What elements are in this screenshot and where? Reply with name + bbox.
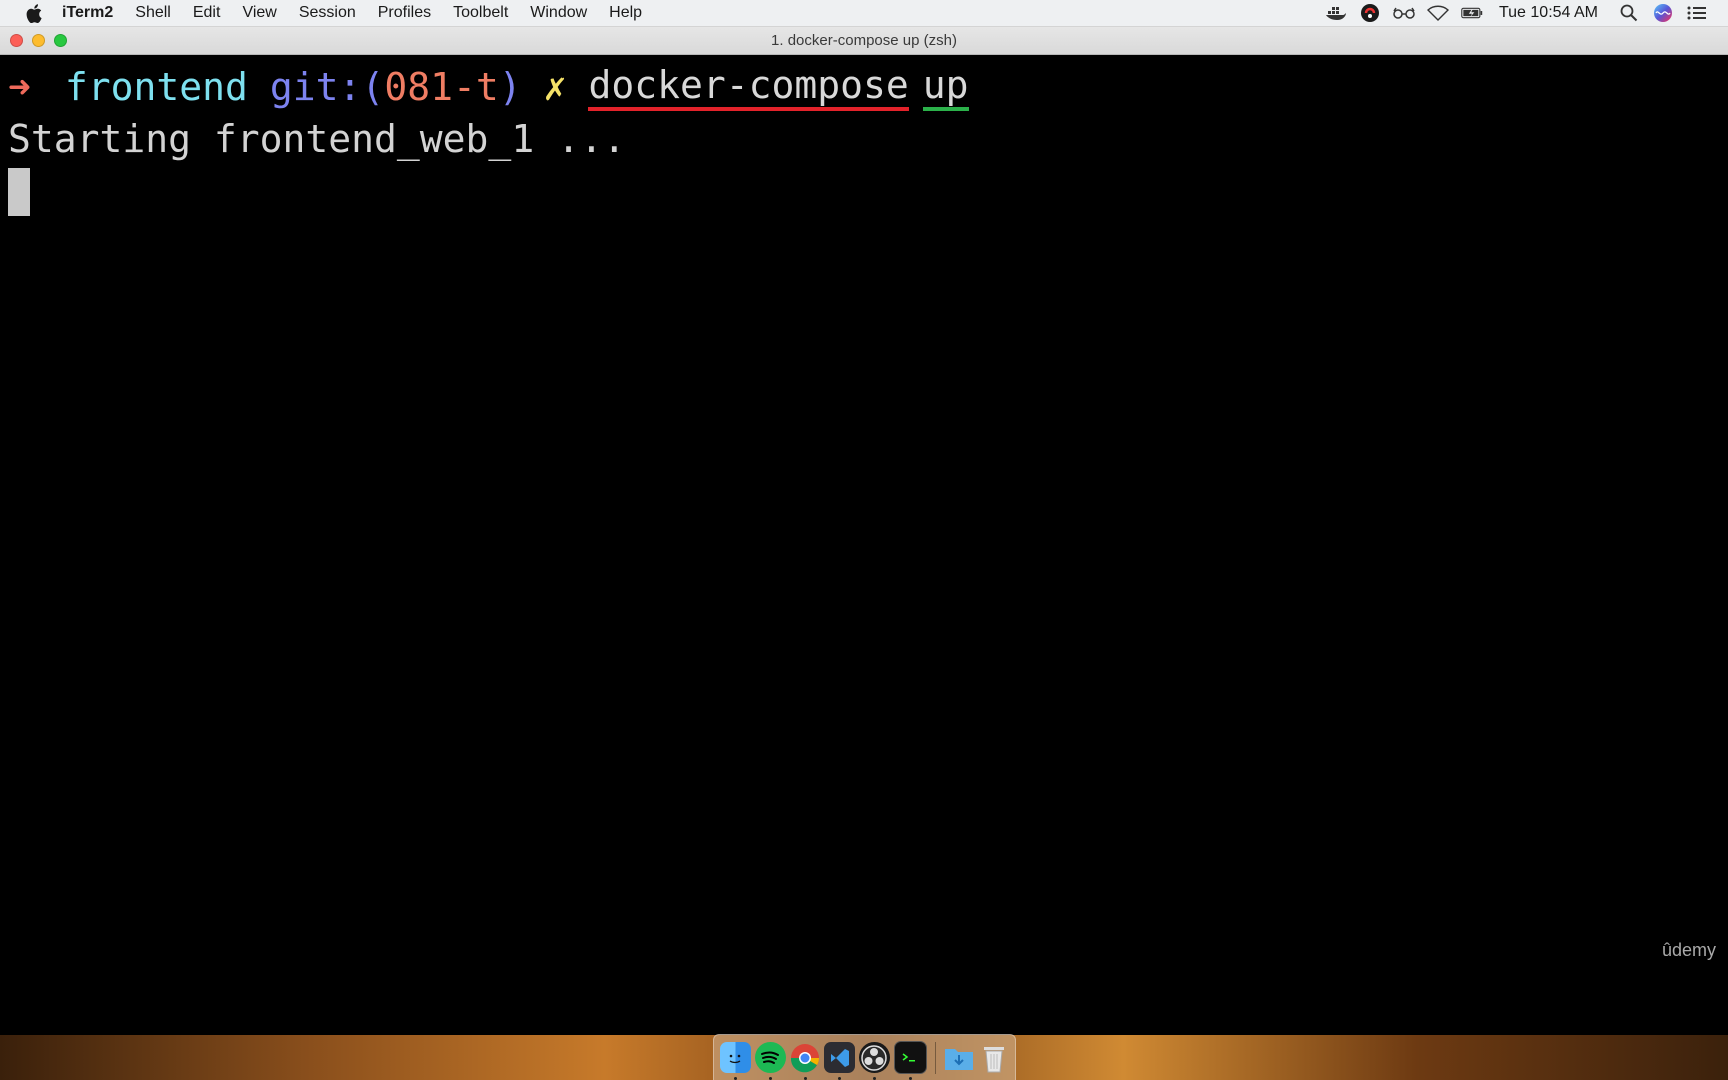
output-line: Starting frontend_web_1 ... [8, 113, 1728, 165]
terminal-pane[interactable]: ➜ frontend git:(081-t) ✗ docker-compose … [0, 55, 1728, 1035]
window-title: 1. docker-compose up (zsh) [771, 32, 957, 49]
obs-icon[interactable] [859, 1042, 890, 1080]
trash-icon[interactable] [978, 1042, 1009, 1073]
menu-view[interactable]: View [231, 0, 287, 26]
menu-bar: iTerm2 Shell Edit View Session Profiles … [0, 0, 1728, 27]
downloads-folder-icon[interactable] [943, 1042, 974, 1073]
glasses-icon[interactable] [1393, 3, 1415, 23]
prompt-git-open: git:( [269, 65, 385, 109]
prompt-git-close: ) [498, 65, 522, 109]
terminal-icon[interactable] [893, 1041, 927, 1080]
chrome-icon[interactable] [790, 1042, 821, 1080]
minimize-window-button[interactable] [32, 34, 45, 47]
notification-center-icon[interactable] [1686, 3, 1708, 23]
menu-edit[interactable]: Edit [182, 0, 232, 26]
prompt-directory: frontend [64, 65, 248, 109]
udemy-watermark: ûdemy [1661, 940, 1716, 960]
menu-window[interactable]: Window [519, 0, 598, 26]
docker-icon[interactable] [1325, 3, 1347, 23]
menu-session[interactable]: Session [288, 0, 367, 26]
menu-app-name[interactable]: iTerm2 [46, 0, 124, 26]
menu-help[interactable]: Help [598, 0, 653, 26]
menu-toolbelt[interactable]: Toolbelt [442, 0, 519, 26]
vscode-icon[interactable] [824, 1042, 855, 1080]
spotify-icon[interactable] [754, 1042, 786, 1080]
prompt-dirty-marker: ✗ [543, 65, 567, 109]
creative-cloud-icon[interactable] [1359, 3, 1381, 23]
menu-status-area: Tue 10:54 AM [1319, 0, 1728, 26]
wifi-icon[interactable] [1426, 3, 1449, 23]
battery-icon[interactable] [1461, 3, 1483, 23]
search-icon[interactable] [1618, 3, 1640, 23]
output-text: Starting frontend_web_1 ... [8, 117, 626, 161]
cursor-line [8, 165, 1728, 217]
command-name: docker-compose [588, 63, 909, 111]
menu-left: iTerm2 Shell Edit View Session Profiles … [0, 0, 653, 26]
dock [713, 1034, 1016, 1080]
window-titlebar[interactable]: 1. docker-compose up (zsh) [0, 27, 1728, 55]
menu-shell[interactable]: Shell [124, 0, 182, 26]
apple-icon[interactable] [22, 0, 46, 26]
finder-icon[interactable] [720, 1042, 751, 1080]
zoom-window-button[interactable] [54, 34, 67, 47]
dock-separator [934, 1041, 936, 1074]
menu-clock[interactable]: Tue 10:54 AM [1499, 4, 1598, 22]
prompt-line: ➜ frontend git:(081-t) ✗ docker-compose … [8, 61, 1728, 113]
command-argument: up [922, 63, 969, 111]
prompt-arrow: ➜ [8, 65, 31, 109]
terminal-cursor [8, 168, 30, 216]
menu-profiles[interactable]: Profiles [367, 0, 442, 26]
prompt-branch: 081-t [384, 65, 499, 109]
window-controls [10, 34, 67, 47]
close-window-button[interactable] [10, 34, 23, 47]
siri-icon[interactable] [1652, 3, 1674, 23]
